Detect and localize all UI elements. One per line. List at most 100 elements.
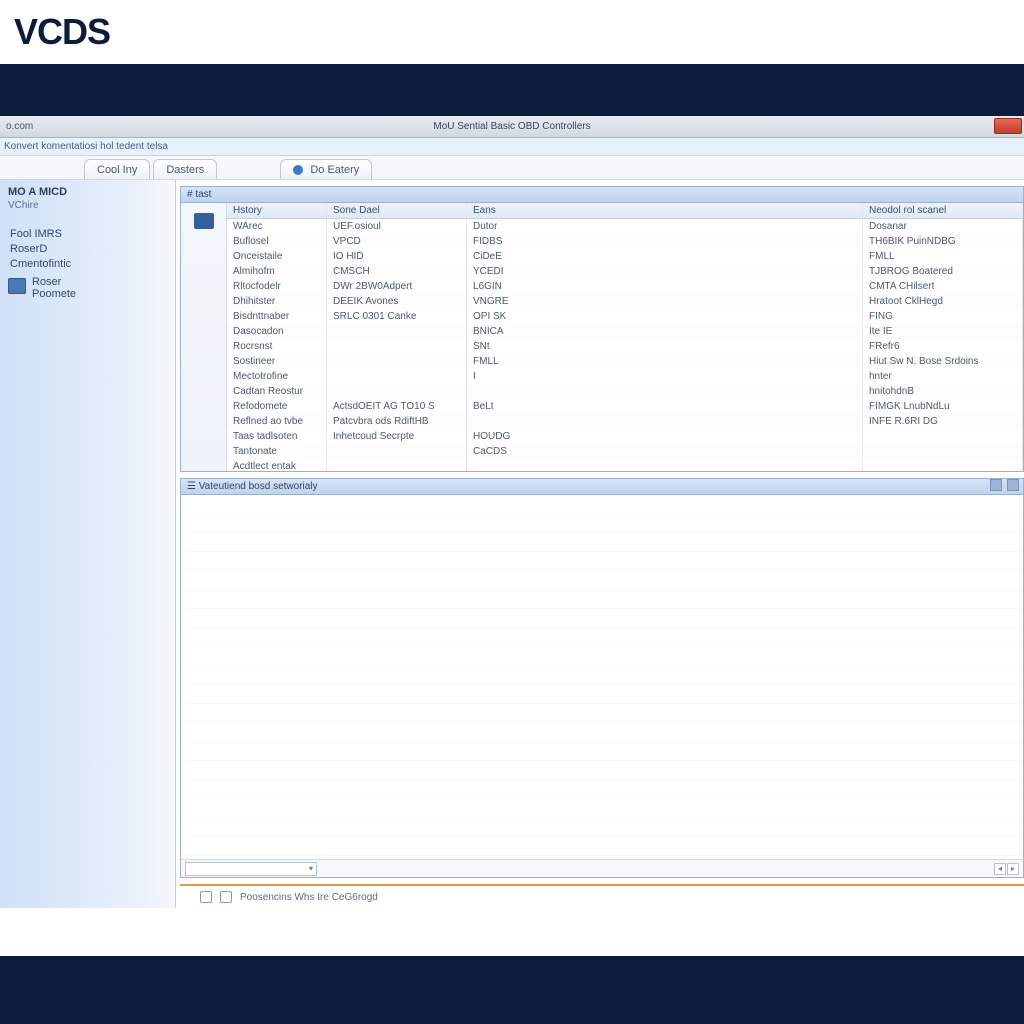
sidebar-heading: MO A MICD [8,186,167,198]
sidebar-group-item-2[interactable]: Poomete [32,288,76,300]
table-row[interactable]: WArecUEF.osioulDutorDosanar [227,219,1023,234]
folder-icon [194,213,214,229]
sidebar-item-2[interactable]: RoserD [8,243,167,255]
table-cell: Hiut Sw N. Bose Srdoins [863,354,1023,369]
table-cell: Refodomete [227,399,327,414]
grid-column-header[interactable]: Hstory [227,203,327,218]
table-cell: BeLt [467,399,863,414]
table-cell [467,414,863,429]
menu-bar-text: Konvert komentatiosi hol tedent telsa [4,141,168,152]
table-cell [467,459,863,471]
table-cell: FMLL [863,249,1023,264]
panel-tool-icon[interactable] [990,479,1002,491]
table-cell [863,459,1023,471]
table-cell: Onceistaile [227,249,327,264]
grid-title-bar: # tast [181,187,1023,203]
app-logo: VCDS [14,11,110,53]
table-row[interactable]: RltocfodelrDWr 2BW0AdpertL6GINCMTA CHils… [227,279,1023,294]
table-cell: Sostineer [227,354,327,369]
table-cell: CMSCH [327,264,467,279]
sidebar: MO A MICD VChire Fool IMRS RoserD Cmento… [0,180,176,908]
table-cell [327,324,467,339]
table-cell [327,459,467,471]
grid-column-header[interactable]: Eans [467,203,863,218]
table-cell [327,444,467,459]
table-cell: Bisdnttnaber [227,309,327,324]
grid-table[interactable]: HstorySone DaelEansNeodol rol scanelWAre… [227,203,1023,471]
table-cell: Taas tadlsoten [227,429,327,444]
main-window: o.com MoU Sential Basic OBD Controllers … [0,116,1024,956]
table-cell [327,339,467,354]
grid-title: # tast [187,189,211,200]
table-cell: Buflosel [227,234,327,249]
table-row[interactable]: BisdnttnaberSRLC 0301 CankeOPI SKFING [227,309,1023,324]
table-cell: HOUDG [467,429,863,444]
tab-entry[interactable]: Do Eatery [280,159,372,179]
grid-icon-column [181,203,227,471]
table-cell [863,429,1023,444]
sidebar-dropdown[interactable]: VChire [8,200,167,211]
table-cell: FIDBS [467,234,863,249]
grid-column-header[interactable]: Sone Dael [327,203,467,218]
table-cell: Almihofm [227,264,327,279]
table-cell: VNGRE [467,294,863,309]
sidebar-item-1[interactable]: Fool IMRS [8,228,167,240]
table-cell: BNICA [467,324,863,339]
table-cell: OPI SK [467,309,863,324]
table-row[interactable]: TantonateCaCDS [227,444,1023,459]
table-row[interactable]: Reflned ao tvbePatcvbra ods RdiftHBINFE … [227,414,1023,429]
table-row[interactable]: DasocadonBNICAIte IE [227,324,1023,339]
table-cell: Dhihitster [227,294,327,309]
sidebar-group-item-1[interactable]: Roser [32,276,76,288]
table-cell [863,444,1023,459]
table-cell: Patcvbra ods RdiftHB [327,414,467,429]
globe-icon [293,165,303,175]
table-cell: Dasocadon [227,324,327,339]
table-cell: Hratoot CklHegd [863,294,1023,309]
table-cell: CMTA CHilsert [863,279,1023,294]
table-row[interactable]: DhihitsterDEEIK AvonesVNGREHratoot CklHe… [227,294,1023,309]
tab-overview[interactable]: Cool Iny [84,159,150,179]
grid-column-header[interactable]: Neodol rol scanel [863,203,1023,218]
tab-label: Do Eatery [310,164,359,176]
table-row[interactable]: OnceistaileIO HIDCiDeEFMLL [227,249,1023,264]
title-bar[interactable]: o.com MoU Sential Basic OBD Controllers [0,116,1024,138]
main-area: # tast HstorySone DaelEansNeodol rol sca… [176,180,1024,908]
table-cell: Dutor [467,219,863,234]
status-bar: Poosencins Whs Ire CeG6rogd [176,886,1024,908]
table-cell: Dosanar [863,219,1023,234]
table-row[interactable]: BufloselVPCDFIDBSTH6BIK PuinNDBG [227,234,1023,249]
status-text: Poosencins Whs Ire CeG6rogd [240,892,378,903]
table-cell: CaCDS [467,444,863,459]
table-row[interactable]: SostineerFMLLHiut Sw N. Bose Srdoins [227,354,1023,369]
detail-body[interactable] [181,495,1023,859]
sidebar-item-3[interactable]: Cmentofintic [8,258,167,270]
table-cell: IO HID [327,249,467,264]
table-cell: TJBROG Boatered [863,264,1023,279]
table-row[interactable]: Cadtan ReosturhnitohdnB [227,384,1023,399]
filter-dropdown[interactable] [185,862,317,876]
table-cell: hnter [863,369,1023,384]
panel-tool-icon[interactable] [1007,479,1019,491]
table-row[interactable]: Acdtlect entak [227,459,1023,471]
table-row[interactable]: AlmihofmCMSCHYCEDITJBROG Boatered [227,264,1023,279]
table-row[interactable]: Taas tadlsotenInhetcoud SecrpteHOUDG [227,429,1023,444]
tab-diagnostics[interactable]: Dasters [153,159,217,179]
table-cell: Rocrsnst [227,339,327,354]
table-cell: FRefr6 [863,339,1023,354]
status-icon [220,891,232,903]
table-cell: DWr 2BW0Adpert [327,279,467,294]
table-cell: WArec [227,219,327,234]
menu-bar[interactable]: Konvert komentatiosi hol tedent telsa [0,138,1024,156]
table-cell: SNt [467,339,863,354]
table-cell: L6GIN [467,279,863,294]
table-cell [327,369,467,384]
status-icon [200,891,212,903]
table-row[interactable]: MectotrofineIhnter [227,369,1023,384]
next-button[interactable]: ▸ [1007,863,1019,875]
table-row[interactable]: RefodometeActsdOEIT AG TO10 SBeLtFIMGK L… [227,399,1023,414]
prev-button[interactable]: ◂ [994,863,1006,875]
table-row[interactable]: Rocrsnst SNtFRefr6 [227,339,1023,354]
close-icon[interactable] [994,118,1022,134]
detail-title: Vateutiend bosd setworialy [199,481,318,492]
